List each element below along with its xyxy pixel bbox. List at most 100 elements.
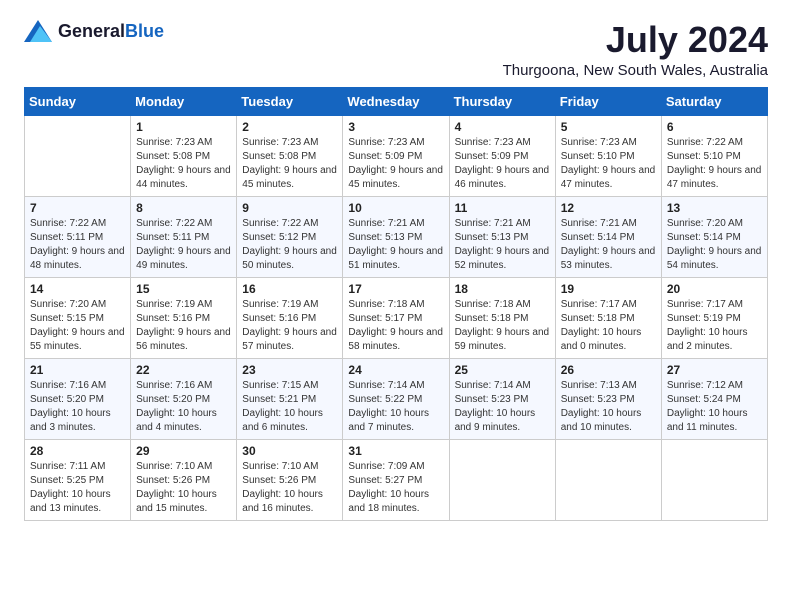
- calendar-table: Sunday Monday Tuesday Wednesday Thursday…: [24, 87, 768, 521]
- cell-info: Sunrise: 7:19 AMSunset: 5:16 PMDaylight:…: [136, 298, 231, 354]
- day-number: 24: [348, 363, 443, 377]
- header-tuesday: Tuesday: [237, 87, 343, 115]
- calendar-cell: 23 Sunrise: 7:15 AMSunset: 5:21 PMDayligh…: [237, 358, 343, 439]
- calendar-cell: 14Sunrise: 7:20 AMSunset: 5:15 PMDayligh…: [25, 277, 131, 358]
- logo-text-general: General: [58, 21, 125, 41]
- cell-info: Sunrise: 7:13 AMSunset: 5:23 PMDaylight:…: [561, 379, 656, 435]
- cell-info: Sunrise: 7:21 AMSunset: 5:13 PMDaylight:…: [455, 217, 550, 273]
- day-number: 19: [561, 282, 656, 296]
- day-number: 6: [667, 120, 762, 134]
- day-number: 18: [455, 282, 550, 296]
- calendar-cell: [661, 439, 767, 520]
- cell-info: Sunrise: 7:23 AMSunset: 5:08 PMDaylight:…: [242, 136, 337, 192]
- day-number: 10: [348, 201, 443, 215]
- cell-info: Sunrise: 7:22 AMSunset: 5:11 PMDaylight:…: [136, 217, 231, 273]
- cell-info: Sunrise: 7:09 AMSunset: 5:27 PMDaylight:…: [348, 460, 443, 516]
- header: GeneralBlue July 2024 Thurgoona, New Sou…: [24, 20, 768, 79]
- calendar-week-5: 28 Sunrise: 7:11 AMSunset: 5:25 PMDayligh…: [25, 439, 768, 520]
- calendar-cell: [555, 439, 661, 520]
- calendar-week-1: 1 Sunrise: 7:23 AMSunset: 5:08 PMDaylight…: [25, 115, 768, 196]
- calendar-cell: 18 Sunrise: 7:18 AMSunset: 5:18 PMDayligh…: [449, 277, 555, 358]
- cell-info: Sunrise: 7:23 AMSunset: 5:08 PMDaylight:…: [136, 136, 231, 192]
- calendar-cell: 21 Sunrise: 7:16 AMSunset: 5:20 PMDayligh…: [25, 358, 131, 439]
- calendar-cell: [25, 115, 131, 196]
- logo-icon: [24, 20, 52, 42]
- day-number: 2: [242, 120, 337, 134]
- calendar-cell: 16 Sunrise: 7:19 AMSunset: 5:16 PMDayligh…: [237, 277, 343, 358]
- cell-info: Sunrise: 7:22 AMSunset: 5:12 PMDaylight:…: [242, 217, 337, 273]
- day-number: 13: [667, 201, 762, 215]
- day-number: 30: [242, 444, 337, 458]
- cell-info: Sunrise: 7:14 AMSunset: 5:22 PMDaylight:…: [348, 379, 443, 435]
- day-number: 9: [242, 201, 337, 215]
- day-number: 23: [242, 363, 337, 377]
- cell-info: Sunrise: 7:22 AMSunset: 5:11 PMDaylight:…: [30, 217, 125, 273]
- day-number: 15: [136, 282, 231, 296]
- calendar-cell: 31 Sunrise: 7:09 AMSunset: 5:27 PMDayligh…: [343, 439, 449, 520]
- calendar-cell: 9 Sunrise: 7:22 AMSunset: 5:12 PMDaylight…: [237, 196, 343, 277]
- calendar-cell: 7 Sunrise: 7:22 AMSunset: 5:11 PMDaylight…: [25, 196, 131, 277]
- day-number: 11: [455, 201, 550, 215]
- day-number: 3: [348, 120, 443, 134]
- calendar-cell: 29 Sunrise: 7:10 AMSunset: 5:26 PMDayligh…: [131, 439, 237, 520]
- header-wednesday: Wednesday: [343, 87, 449, 115]
- cell-info: Sunrise: 7:10 AMSunset: 5:26 PMDaylight:…: [242, 460, 337, 516]
- day-number: 1: [136, 120, 231, 134]
- cell-info: Sunrise: 7:10 AMSunset: 5:26 PMDaylight:…: [136, 460, 231, 516]
- day-number: 21: [30, 363, 125, 377]
- cell-info: Sunrise: 7:23 AMSunset: 5:09 PMDaylight:…: [455, 136, 550, 192]
- day-number: 25: [455, 363, 550, 377]
- cell-info: Sunrise: 7:17 AMSunset: 5:19 PMDaylight:…: [667, 298, 762, 354]
- calendar-cell: 19 Sunrise: 7:17 AMSunset: 5:18 PMDayligh…: [555, 277, 661, 358]
- calendar-cell: 15 Sunrise: 7:19 AMSunset: 5:16 PMDayligh…: [131, 277, 237, 358]
- cell-info: Sunrise: 7:17 AMSunset: 5:18 PMDaylight:…: [561, 298, 656, 354]
- cell-info: Sunrise: 7:20 AMSunset: 5:15 PMDaylight:…: [30, 298, 125, 354]
- calendar-cell: 13 Sunrise: 7:20 AMSunset: 5:14 PMDayligh…: [661, 196, 767, 277]
- calendar-cell: 28 Sunrise: 7:11 AMSunset: 5:25 PMDayligh…: [25, 439, 131, 520]
- header-row: Sunday Monday Tuesday Wednesday Thursday…: [25, 87, 768, 115]
- header-sunday: Sunday: [25, 87, 131, 115]
- header-monday: Monday: [131, 87, 237, 115]
- cell-info: Sunrise: 7:19 AMSunset: 5:16 PMDaylight:…: [242, 298, 337, 354]
- day-number: 12: [561, 201, 656, 215]
- cell-info: Sunrise: 7:23 AMSunset: 5:09 PMDaylight:…: [348, 136, 443, 192]
- calendar-cell: 17Sunrise: 7:18 AMSunset: 5:17 PMDayligh…: [343, 277, 449, 358]
- calendar-week-2: 7 Sunrise: 7:22 AMSunset: 5:11 PMDaylight…: [25, 196, 768, 277]
- calendar-cell: 10 Sunrise: 7:21 AMSunset: 5:13 PMDayligh…: [343, 196, 449, 277]
- cell-info: Sunrise: 7:21 AMSunset: 5:14 PMDaylight:…: [561, 217, 656, 273]
- title-area: July 2024 Thurgoona, New South Wales, Au…: [503, 20, 768, 79]
- calendar-cell: 27Sunrise: 7:12 AMSunset: 5:24 PMDayligh…: [661, 358, 767, 439]
- day-number: 8: [136, 201, 231, 215]
- header-friday: Friday: [555, 87, 661, 115]
- day-number: 28: [30, 444, 125, 458]
- day-number: 4: [455, 120, 550, 134]
- day-number: 29: [136, 444, 231, 458]
- cell-info: Sunrise: 7:20 AMSunset: 5:14 PMDaylight:…: [667, 217, 762, 273]
- cell-info: Sunrise: 7:15 AMSunset: 5:21 PMDaylight:…: [242, 379, 337, 435]
- cell-info: Sunrise: 7:16 AMSunset: 5:20 PMDaylight:…: [136, 379, 231, 435]
- day-number: 31: [348, 444, 443, 458]
- cell-info: Sunrise: 7:18 AMSunset: 5:18 PMDaylight:…: [455, 298, 550, 354]
- calendar-cell: 22 Sunrise: 7:16 AMSunset: 5:20 PMDayligh…: [131, 358, 237, 439]
- cell-info: Sunrise: 7:11 AMSunset: 5:25 PMDaylight:…: [30, 460, 125, 516]
- day-number: 16: [242, 282, 337, 296]
- cell-info: Sunrise: 7:16 AMSunset: 5:20 PMDaylight:…: [30, 379, 125, 435]
- location: Thurgoona, New South Wales, Australia: [503, 62, 768, 79]
- calendar-cell: 24 Sunrise: 7:14 AMSunset: 5:22 PMDayligh…: [343, 358, 449, 439]
- cell-info: Sunrise: 7:21 AMSunset: 5:13 PMDaylight:…: [348, 217, 443, 273]
- calendar-cell: 26Sunrise: 7:13 AMSunset: 5:23 PMDayligh…: [555, 358, 661, 439]
- logo-text-blue: Blue: [125, 21, 164, 41]
- cell-info: Sunrise: 7:22 AMSunset: 5:10 PMDaylight:…: [667, 136, 762, 192]
- calendar-cell: 2 Sunrise: 7:23 AMSunset: 5:08 PMDaylight…: [237, 115, 343, 196]
- calendar-week-4: 21 Sunrise: 7:16 AMSunset: 5:20 PMDayligh…: [25, 358, 768, 439]
- day-number: 22: [136, 363, 231, 377]
- calendar-cell: 4 Sunrise: 7:23 AMSunset: 5:09 PMDaylight…: [449, 115, 555, 196]
- header-saturday: Saturday: [661, 87, 767, 115]
- calendar-week-3: 14Sunrise: 7:20 AMSunset: 5:15 PMDayligh…: [25, 277, 768, 358]
- calendar-cell: [449, 439, 555, 520]
- calendar-cell: 11 Sunrise: 7:21 AMSunset: 5:13 PMDayligh…: [449, 196, 555, 277]
- calendar-cell: 30 Sunrise: 7:10 AMSunset: 5:26 PMDayligh…: [237, 439, 343, 520]
- day-number: 17: [348, 282, 443, 296]
- day-number: 7: [30, 201, 125, 215]
- cell-info: Sunrise: 7:23 AMSunset: 5:10 PMDaylight:…: [561, 136, 656, 192]
